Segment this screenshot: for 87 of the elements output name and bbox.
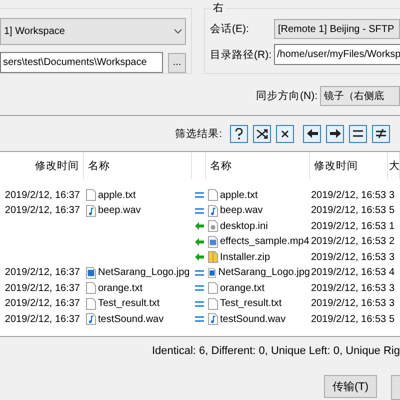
column-header[interactable]: 修改时间 [310,152,388,180]
filter-button[interactable] [372,124,390,143]
question-icon [234,128,244,140]
file-name: testSound.wav [98,314,164,325]
file-name: testSound.wav [220,314,286,325]
table-cell: 3 [388,282,396,294]
table-cell-text: 2019/2/12, 16:37 [4,314,81,325]
filter-button[interactable] [303,124,321,143]
audio-file-icon [86,204,96,217]
cross-icon [281,130,289,138]
table-cell: 3 [388,298,396,310]
table-cell: 4 [388,267,396,278]
filter-button[interactable] [230,124,248,143]
file-name: apple.txt [98,190,136,201]
column-header[interactable]: 名称 [206,152,310,180]
crossed-arrows-icon [256,128,268,139]
session-label: 会话(E): [210,22,250,36]
browse-button[interactable]: ... [168,52,186,72]
file-name: Test_result.txt [98,298,160,310]
table-cell: 2019/2/12, 16:53 [310,282,388,294]
not-equal-icon [376,129,386,138]
table-cell: 2019/2/12, 16:53 [310,205,388,216]
audio-file-icon [208,313,218,326]
table-cell-text: 2019/2/12, 16:37 [4,298,81,310]
summary-text: Identical: 6, Different: 0, Unique Left: 0, Unique Rig [152,345,400,358]
text-file-icon [208,282,218,294]
image-file-icon [86,266,96,279]
table-cell-text: 2019/2/12, 16:37 [4,282,81,294]
file-name: Test_result.txt [220,298,282,310]
table-cell: 2019/2/12, 16:53 [310,190,388,201]
column-header[interactable]: 修改时间 [0,152,84,180]
table-cell-text: 2019/2/12, 16:37 [4,267,81,278]
group-legend: 右 [211,1,226,15]
text-file-icon [86,189,96,202]
table-cell: 5 [388,314,396,325]
table-cell: 2019/2/12, 16:53 [310,236,388,248]
table-cell: 3 [388,252,396,263]
chevron-down-icon [174,29,182,34]
file-name: desktop.ini [220,220,268,232]
filter-label: 筛选结果: [174,126,223,141]
table-cell: 1 [388,220,396,232]
file-name: orange.txt [220,282,264,294]
audio-file-icon [208,204,218,217]
table-cell: 5 [388,205,396,216]
audio-file-icon [86,313,96,326]
path-label: 目录路径(R): [210,48,272,62]
text-file-icon [208,298,218,310]
session-dropdown[interactable]: [Remote 1] Beijing - SFTP [274,19,400,39]
right-arrow-icon [330,129,340,138]
table-cell: 2019/2/12, 16:53 [310,252,388,263]
column-header[interactable]: 名称 [84,152,192,180]
column-header[interactable]: 大 [388,152,400,180]
archive-file-icon [208,251,218,264]
video-file-icon [208,236,218,248]
left-arrow-icon [306,129,318,138]
table-cell: 3 [388,190,396,201]
direction-label: 同步方向(N): [256,89,318,103]
file-name: NetSarang_Logo.jpg [98,267,190,278]
direction-dropdown[interactable]: 镜子（右侧底 [320,86,400,106]
table-cell: 2 [388,236,396,248]
table-cell: 2019/2/12, 16:53 [310,314,388,325]
filter-button[interactable] [276,124,294,143]
filter-button[interactable] [349,124,367,143]
table-cell-text: 2019/2/12, 16:37 [4,190,81,201]
path-field[interactable]: /home/user/myFiles/Worksp [274,44,400,65]
text-file-icon [86,282,96,294]
file-name: Installer.zip [220,252,270,263]
file-name: beep.wav [220,205,263,216]
table-cell: 2019/2/12, 16:53 [310,220,388,232]
file-name: beep.wav [98,205,141,216]
settings-file-icon [208,220,218,232]
filter-button[interactable] [253,124,271,143]
table-cell: 2019/2/12, 16:53 [310,267,388,278]
text-file-icon [208,189,218,202]
text-file-icon [86,298,96,310]
path-field[interactable]: sers\test\Documents\Workspace [0,52,163,73]
file-name: NetSarang_Logo.jpg [218,267,310,278]
file-name: orange.txt [98,282,142,294]
image-file-icon [208,266,216,279]
file-name: apple.txt [220,190,258,201]
filter-button[interactable] [326,124,344,143]
transfer-button[interactable]: 传输(T) [324,375,377,398]
table-cell-text: 2019/2/12, 16:37 [4,205,81,216]
session-dropdown[interactable]: 1] Workspace [0,18,186,45]
equals-icon [353,130,363,138]
table-cell: 2019/2/12, 16:53 [310,298,388,310]
file-name: effects_sample.mp4 [220,236,310,248]
